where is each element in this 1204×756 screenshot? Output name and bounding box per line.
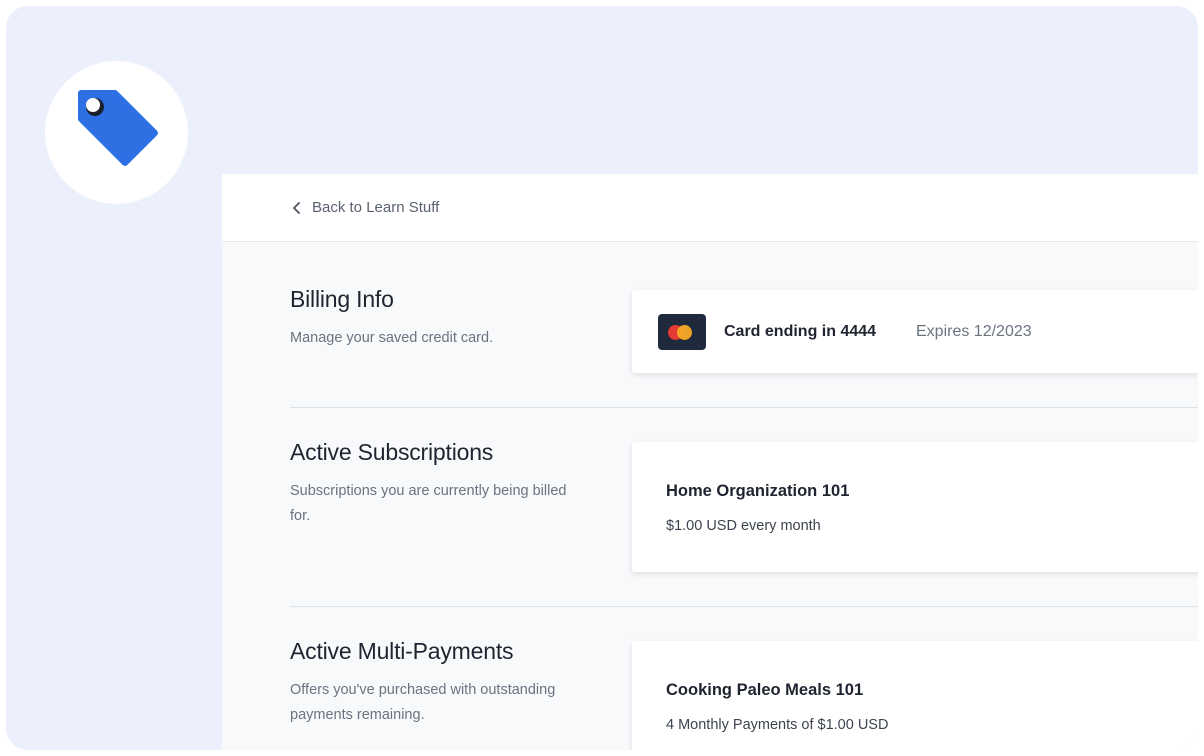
logo-badge [45,61,188,204]
back-link-label: Back to Learn Stuff [312,199,440,216]
subscription-price: $1.00 USD every month [666,518,821,534]
price-tag-icon [77,89,158,166]
billing-panel: Back to Learn Stuff Billing Info Manage … [222,174,1198,750]
saved-card[interactable]: Card ending in 4444 Expires 12/2023 [632,290,1198,373]
multi-payment-name: Cooking Paleo Meals 101 [666,681,864,699]
multi-payment-card[interactable]: Cooking Paleo Meals 101 4 Monthly Paymen… [632,641,1198,750]
mastercard-icon [658,314,706,350]
card-ending: Card ending in 4444 [724,323,877,340]
subscription-card[interactable]: Home Organization 101 $1.00 USD every mo… [632,442,1198,572]
subscription-name: Home Organization 101 [666,482,850,500]
section-title: Active Subscriptions [290,439,494,465]
top-bar: Back to Learn Stuff [222,174,1198,242]
divider [290,606,1198,607]
back-link[interactable]: Back to Learn Stuff [290,199,439,216]
section-description: Offers you've purchased with outstanding… [290,682,556,723]
card-expiry: Expires 12/2023 [916,323,1032,340]
multi-payment-price: 4 Monthly Payments of $1.00 USD [666,717,889,733]
section-title: Billing Info [290,286,394,312]
section-title: Active Multi-Payments [290,638,514,664]
section-description: Manage your saved credit card. [290,330,494,346]
section-description: Subscriptions you are currently being bi… [290,483,567,524]
divider [290,407,1198,408]
app-frame: Back to Learn Stuff Billing Info Manage … [6,6,1198,750]
chevron-left-icon [293,201,300,214]
